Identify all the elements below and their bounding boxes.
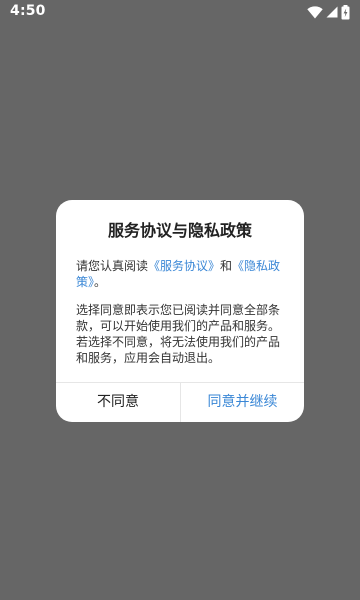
- dialog-intro-paragraph: 请您认真阅读《服务协议》和《隐私政策》。: [76, 258, 286, 290]
- intro-suffix: 。: [94, 275, 107, 289]
- cellular-signal-icon: [326, 6, 338, 18]
- service-agreement-link[interactable]: 《服务协议》: [148, 259, 220, 273]
- status-time: 4:50: [10, 3, 46, 19]
- intro-prefix: 请您认真阅读: [76, 259, 149, 273]
- agree-continue-button[interactable]: 同意并继续: [181, 383, 304, 422]
- status-bar: 4:50: [0, 0, 360, 24]
- privacy-dialog: 服务协议与隐私政策 请您认真阅读《服务协议》和《隐私政策》。 选择同意即表示您已…: [56, 200, 304, 422]
- wifi-icon: [307, 5, 323, 19]
- screen: 4:50 服务协议与隐私政策 请您认真阅读《服务协议》和《隐私政策》。 选择同意…: [0, 0, 360, 600]
- intro-middle: 和: [220, 259, 233, 273]
- status-icons: [307, 4, 350, 20]
- dialog-consent-paragraph: 选择同意即表示您已阅读并同意全部条款，可以开始使用我们的产品和服务。若选择不同意…: [76, 303, 281, 365]
- dialog-title: 服务协议与隐私政策: [107, 221, 252, 240]
- disagree-button[interactable]: 不同意: [56, 383, 180, 422]
- dialog-body: 请您认真阅读《服务协议》和《隐私政策》。 选择同意即表示您已阅读并同意全部条款，…: [76, 258, 286, 366]
- battery-charging-icon: [341, 4, 350, 20]
